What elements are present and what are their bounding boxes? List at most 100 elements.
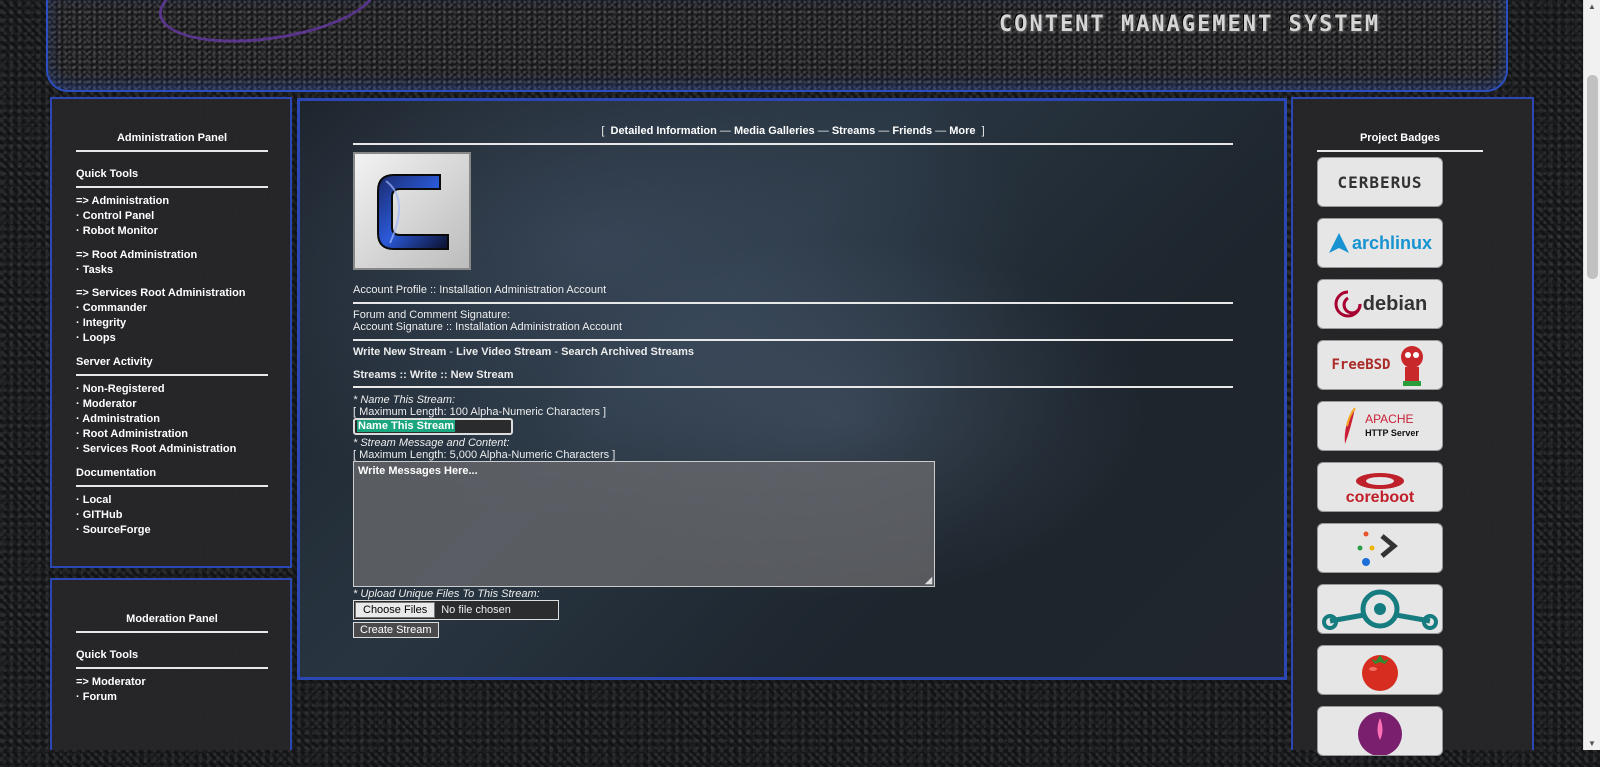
create-stream-button[interactable]: Create Stream — [353, 622, 439, 638]
section-title-server-activity: Server Activity — [76, 356, 153, 368]
debian-logo-icon — [1334, 290, 1362, 318]
badge-debian[interactable]: debian — [1317, 279, 1443, 329]
divider — [76, 186, 268, 188]
badge-cerberus[interactable]: CERBERUS — [1317, 157, 1443, 207]
divider — [353, 386, 1233, 388]
file-upload-input[interactable]: Choose Files No file chosen — [353, 600, 559, 620]
link-github[interactable]: · GITHub — [76, 508, 268, 523]
scrollbar-thumb[interactable] — [1587, 75, 1598, 279]
apache-feather-icon — [1344, 407, 1356, 444]
nav-media-galleries[interactable]: Media Galleries — [734, 125, 815, 137]
stream-message-textarea[interactable]: Write Messages Here... ◢ — [353, 461, 935, 587]
lotus-logo-icon — [1358, 712, 1402, 755]
divider — [76, 374, 268, 376]
badge-dev-project[interactable] — [1317, 523, 1443, 573]
link-local[interactable]: · Local — [76, 493, 268, 508]
stream-nav-separator: - — [449, 346, 454, 358]
badge-freebsd[interactable]: FreeBSD — [1317, 340, 1443, 390]
divider — [1317, 150, 1483, 152]
no-file-text: No file chosen — [441, 604, 511, 616]
link-search-archived-streams[interactable]: Search Archived Streams — [561, 346, 694, 358]
moderation-panel-title: Moderation Panel — [126, 613, 218, 625]
link-forum[interactable]: · Forum — [76, 690, 268, 705]
page-scrollbar[interactable]: ▲ ▼ — [1583, 0, 1600, 750]
link-write-new-stream[interactable]: Write New Stream — [353, 346, 446, 358]
banner-swirl-decoration — [153, 0, 383, 55]
badge-coreboot[interactable]: coreboot — [1317, 462, 1443, 512]
archlinux-text: archlinux — [1351, 232, 1433, 253]
administration-panel: Administration Panel Quick Tools => Admi… — [50, 97, 292, 568]
lineageos-logo-icon — [1322, 589, 1438, 630]
site-title: CONTENT MANAGEMENT SYSTEM — [998, 12, 1380, 37]
breadcrumb: Streams :: Write :: New Stream — [353, 369, 514, 381]
link-live-video-stream[interactable]: Live Video Stream — [456, 346, 551, 358]
debian-text: debian — [1362, 292, 1428, 315]
link-administration[interactable]: => Administration — [76, 194, 268, 209]
name-limit: [ Maximum Length: 100 Alpha-Numeric Char… — [353, 406, 607, 418]
freebsd-text: FreeBSD — [1331, 357, 1391, 373]
nav-more[interactable]: More — [949, 125, 975, 137]
badge-archlinux[interactable]: archlinux — [1317, 218, 1443, 268]
link-commander[interactable]: · Commander — [76, 301, 268, 316]
apache-text: APACHE — [1365, 412, 1414, 426]
signature-label: Forum and Comment Signature: — [353, 309, 511, 321]
badge-lotus[interactable] — [1317, 706, 1443, 756]
profile-navigation: [ Detailed Information — Media Galleries… — [353, 125, 1233, 143]
link-integrity[interactable]: · Integrity — [76, 316, 268, 331]
divider — [353, 339, 1233, 341]
badge-tomato[interactable] — [1317, 645, 1443, 695]
message-limit: [ Maximum Length: 5,000 Alpha-Numeric Ch… — [353, 449, 616, 461]
link-non-registered[interactable]: · Non-Registered — [76, 382, 268, 397]
nav-detailed-information[interactable]: Detailed Information — [611, 125, 717, 137]
link-robot-monitor[interactable]: · Robot Monitor — [76, 224, 268, 239]
badge-lineageos[interactable] — [1317, 584, 1443, 634]
link-administration-activity[interactable]: · Administration — [76, 412, 268, 427]
main-content-panel: [ Detailed Information — Media Galleries… — [297, 98, 1287, 680]
admin-panel-title: Administration Panel — [116, 132, 228, 144]
coreboot-text: coreboot — [1345, 489, 1415, 506]
account-profile-text: Account Profile :: Installation Administ… — [353, 284, 607, 296]
apache-subtext: HTTP Server — [1365, 428, 1419, 438]
cerberus-logo-icon: CERBERUS — [1337, 172, 1423, 192]
stream-name-value: Name This Stream — [357, 420, 455, 432]
nav-separator: — — [878, 125, 890, 137]
name-label: * Name This Stream: — [353, 394, 456, 406]
nav-streams[interactable]: Streams — [832, 125, 875, 137]
signature-value: Account Signature :: Installation Admini… — [353, 321, 623, 333]
link-sourceforge[interactable]: · SourceForge — [76, 523, 268, 538]
link-moderator-tools[interactable]: => Moderator — [76, 675, 268, 690]
profile-avatar[interactable]: C — [353, 152, 471, 270]
section-title-quick-tools-moderation: Quick Tools — [76, 649, 139, 661]
section-title-documentation: Documentation — [76, 467, 157, 479]
section-title-quick-tools: Quick Tools — [76, 168, 139, 180]
scroll-down-arrow-icon[interactable]: ▼ — [1588, 739, 1596, 748]
archlinux-logo-icon — [1328, 233, 1349, 253]
divider — [353, 302, 1233, 304]
link-root-administration[interactable]: => Root Administration — [76, 248, 268, 263]
divider — [353, 143, 1233, 145]
resize-handle-icon[interactable]: ◢ — [925, 575, 932, 586]
devlogo-icon — [1357, 531, 1398, 566]
freebsd-daemon-icon — [1400, 346, 1423, 386]
stream-nav-separator: - — [554, 346, 559, 358]
badges-panel-title: Project Badges — [1359, 132, 1441, 144]
link-loops[interactable]: · Loops — [76, 331, 268, 346]
link-services-root-administration-activity[interactable]: · Services Root Administration — [76, 442, 268, 457]
badge-apache[interactable]: APACHE HTTP Server — [1317, 401, 1443, 451]
stream-nav: Write New Stream - Live Video Stream - S… — [353, 346, 1233, 358]
scroll-up-arrow-icon[interactable]: ▲ — [1588, 2, 1596, 11]
link-services-root-administration[interactable]: => Services Root Administration — [76, 286, 268, 301]
divider — [76, 667, 268, 669]
stream-name-input[interactable]: Name This Stream — [353, 418, 513, 435]
link-control-panel[interactable]: · Control Panel — [76, 209, 268, 224]
coreboot-rabbit-icon — [1356, 473, 1404, 489]
project-badges-panel: Project Badges CERBERUS archlinux debian… — [1291, 97, 1534, 756]
nav-friends[interactable]: Friends — [892, 125, 932, 137]
tomato-logo-icon — [1362, 655, 1398, 691]
link-root-administration-activity[interactable]: · Root Administration — [76, 427, 268, 442]
link-moderator[interactable]: · Moderator — [76, 397, 268, 412]
upload-label: * Upload Unique Files To This Stream: — [353, 588, 540, 600]
message-label: * Stream Message and Content: — [353, 437, 510, 449]
link-tasks[interactable]: · Tasks — [76, 263, 268, 278]
choose-files-button[interactable]: Choose Files — [355, 602, 436, 618]
